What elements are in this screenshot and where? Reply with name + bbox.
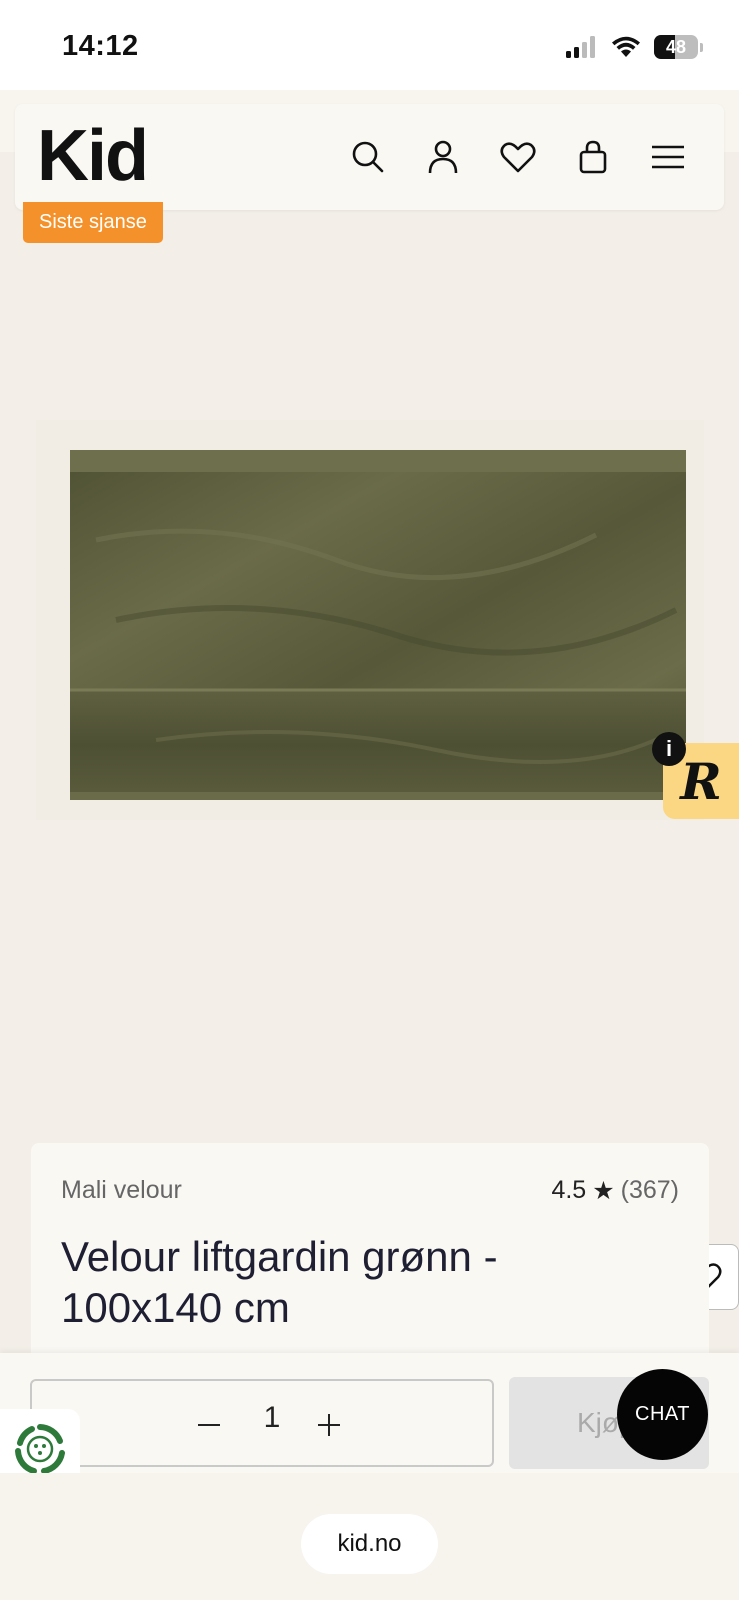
recycle-icon (15, 1424, 65, 1474)
site-header: Kid (15, 104, 724, 210)
quantity-stepper: 1 (30, 1379, 494, 1467)
sale-badge: Siste sjanse (23, 202, 163, 243)
signal-icon (566, 36, 595, 58)
kid-logo[interactable]: Kid (37, 118, 149, 194)
plus-icon (318, 1414, 340, 1436)
product-title: Velour liftgardin grønn - 100x140 cm (61, 1233, 498, 1331)
status-bar: 14:12 48 (0, 0, 739, 90)
menu-icon[interactable] (645, 134, 691, 180)
product-image (36, 420, 704, 820)
product-brand[interactable]: Mali velour (61, 1176, 182, 1205)
battery-percent: 48 (665, 36, 687, 57)
account-icon[interactable] (420, 134, 466, 180)
cart-icon[interactable] (570, 134, 616, 180)
increase-quantity-button[interactable] (307, 1403, 351, 1447)
decrease-quantity-button[interactable] (187, 1403, 231, 1447)
star-icon: ★ (592, 1177, 615, 1205)
search-icon[interactable] (345, 134, 391, 180)
quantity-value[interactable]: 1 (252, 1401, 292, 1435)
status-icons: 48 (566, 30, 703, 64)
rating-value: 4.5 (551, 1176, 587, 1204)
chat-button[interactable]: CHAT (617, 1369, 708, 1460)
product-image-area[interactable]: R i (0, 245, 739, 1310)
wifi-icon (612, 36, 640, 57)
product-rating[interactable]: 4.5 ★ (367) (551, 1176, 679, 1206)
review-count: (367) (620, 1176, 679, 1204)
product-info-card: Mali velour 4.5 ★ (367) Velour liftgardi… (31, 1143, 709, 1358)
battery-cap (700, 42, 703, 52)
battery-icon: 48 (654, 35, 698, 59)
wishlist-icon[interactable] (495, 134, 541, 180)
minus-icon (198, 1424, 220, 1426)
status-time: 14:12 (62, 30, 139, 62)
info-icon[interactable]: i (652, 732, 686, 766)
address-bar[interactable]: kid.no (301, 1514, 438, 1574)
